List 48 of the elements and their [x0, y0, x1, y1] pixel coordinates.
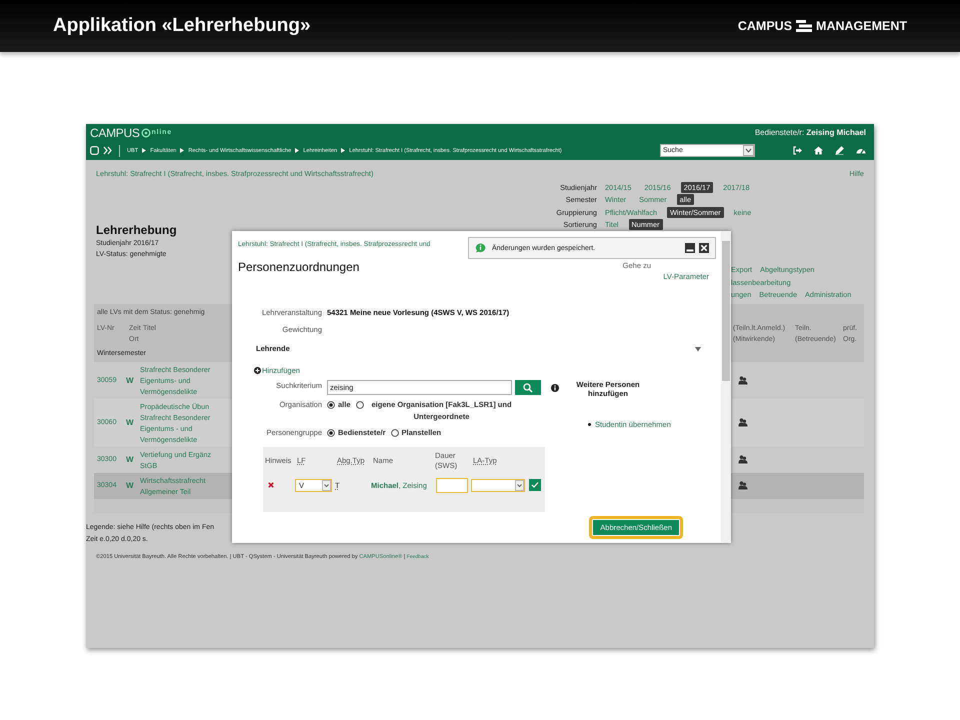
triangle-icon: [341, 148, 346, 153]
check-icon: [531, 481, 539, 489]
people-icon[interactable]: [738, 481, 748, 490]
scrollbar[interactable]: [721, 231, 731, 543]
brand-text: MANAGEMENT: [816, 19, 907, 33]
gauge-icon[interactable]: [856, 146, 866, 155]
search-icon: [523, 382, 533, 392]
table-cell-text: W: [126, 455, 135, 464]
confirm-button[interactable]: [529, 479, 541, 491]
table-cell-text: W: [126, 481, 135, 490]
triangle-icon: [180, 148, 184, 153]
radio-button[interactable]: [327, 429, 335, 437]
table-cell-text: W: [126, 418, 135, 427]
pencil-icon[interactable]: [835, 146, 844, 155]
info-icon[interactable]: [551, 384, 559, 392]
caret-icon: [743, 145, 754, 156]
close-icon[interactable]: [699, 243, 709, 253]
triangle-icon: [295, 148, 300, 153]
page-heading: Lehrerhebung: [96, 223, 178, 238]
triangle-down-icon[interactable]: [695, 346, 701, 352]
duration-field[interactable]: [436, 478, 468, 492]
people-icon[interactable]: [738, 418, 748, 427]
minimize-icon[interactable]: [685, 243, 695, 253]
caret-icon: [515, 480, 524, 490]
bullet-icon: [588, 423, 591, 426]
caret-icon: [322, 480, 331, 490]
search-button[interactable]: [515, 380, 541, 395]
triangle-icon: [142, 148, 146, 153]
radio-button[interactable]: [390, 429, 399, 437]
table-cell-text: W: [126, 376, 135, 384]
double-chevron-icon[interactable]: [103, 146, 112, 155]
square-icon[interactable]: [90, 146, 99, 155]
plus-circle-icon[interactable]: [254, 367, 261, 374]
logo-text: CAMPUS: [90, 126, 140, 140]
delete-icon[interactable]: [268, 482, 274, 488]
user-name: Bedienstete/r: Zeising Michael: [754, 128, 866, 137]
radio-button[interactable]: [356, 401, 364, 409]
ring-icon: [140, 128, 151, 138]
people-icon[interactable]: [738, 455, 748, 464]
brand-text: CAMPUS: [738, 19, 792, 33]
exit-icon[interactable]: [793, 146, 802, 155]
stairs-icon: [795, 19, 814, 33]
radio-button[interactable]: [327, 401, 335, 409]
dialog-title: Personenzuordnungen: [238, 260, 360, 274]
home-icon[interactable]: [814, 146, 823, 155]
slide-title: Applikation «Lehrerhebung»: [53, 15, 311, 37]
people-icon[interactable]: [738, 376, 748, 384]
info-bubble-icon: [475, 243, 486, 253]
